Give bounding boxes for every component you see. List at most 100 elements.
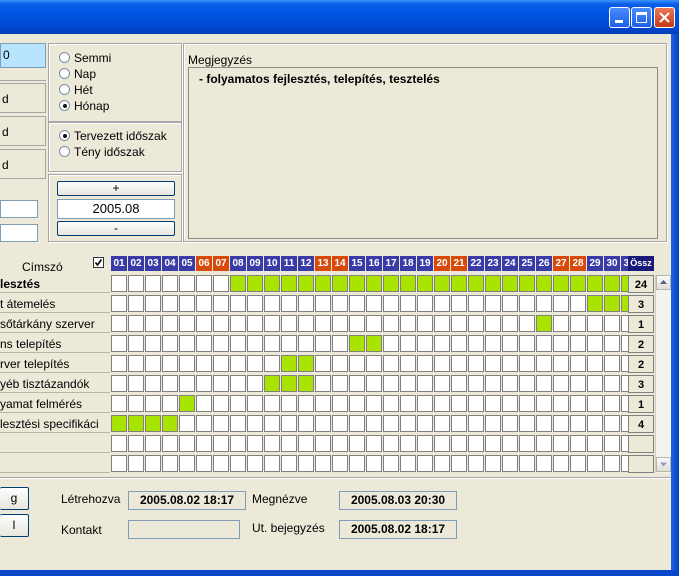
grid-cell[interactable] [298,435,314,452]
grid-cell[interactable] [281,295,297,312]
grid-cell[interactable] [587,455,603,472]
grid-cell[interactable] [587,315,603,332]
grid-cell[interactable] [502,335,518,352]
grid-cell[interactable] [264,275,280,292]
grid-cell[interactable] [111,315,127,332]
period-value-field[interactable]: 2005.08 [57,199,175,219]
grid-cell[interactable] [145,435,161,452]
grid-cell[interactable] [264,295,280,312]
grid-cell[interactable] [366,295,382,312]
grid-cell[interactable] [400,275,416,292]
grid-cell[interactable] [247,375,263,392]
grid-cell[interactable] [553,375,569,392]
grid-cell[interactable] [604,335,620,352]
grid-cell[interactable] [502,375,518,392]
grid-cell[interactable] [536,375,552,392]
grid-cell[interactable] [349,355,365,372]
grid-cell[interactable] [417,355,433,372]
row-label[interactable]: ns telepítés [0,335,110,353]
contact-field[interactable] [128,520,240,539]
grid-cell[interactable] [400,315,416,332]
grid-cell[interactable] [519,455,535,472]
grid-cell[interactable] [349,435,365,452]
grid-cell[interactable] [247,455,263,472]
grid-cell[interactable] [145,335,161,352]
grid-cell[interactable] [604,295,620,312]
grid-cell[interactable] [128,375,144,392]
grid-cell[interactable] [366,435,382,452]
grid-cell[interactable] [230,335,246,352]
grid-cell[interactable] [332,295,348,312]
grid-cell[interactable] [315,335,331,352]
grid-cell[interactable] [111,335,127,352]
grid-cell[interactable] [162,335,178,352]
grid-cell[interactable] [536,275,552,292]
grid-cell[interactable] [281,435,297,452]
grid-cell[interactable] [570,435,586,452]
grid-cell[interactable] [502,395,518,412]
grid-cell[interactable] [417,335,433,352]
grid-cell[interactable] [162,415,178,432]
grid-cell[interactable] [485,375,501,392]
grid-cell[interactable] [264,355,280,372]
grid-cell[interactable] [519,335,535,352]
time-option-planned[interactable]: Tervezett időszak [59,128,167,143]
grid-cell[interactable] [502,275,518,292]
grid-cell[interactable] [451,395,467,412]
grid-cell[interactable] [400,395,416,412]
grid-cell[interactable] [468,375,484,392]
grid-cell[interactable] [230,275,246,292]
grid-cell[interactable] [315,295,331,312]
grid-cell[interactable] [604,355,620,372]
grid-cell[interactable] [468,415,484,432]
grid-cell[interactable] [570,335,586,352]
grid-cell[interactable] [417,415,433,432]
row-label[interactable]: sőtárkány szerver [0,315,110,333]
row-label[interactable]: rver telepítés [0,355,110,373]
increment-button[interactable]: + [57,181,175,196]
grid-cell[interactable] [264,455,280,472]
grid-cell[interactable] [366,275,382,292]
grid-cell[interactable] [213,415,229,432]
grid-cell[interactable] [383,375,399,392]
grid-cell[interactable] [519,435,535,452]
grid-cell[interactable] [332,335,348,352]
field-2[interactable]: d [0,83,46,113]
grid-cell[interactable] [281,415,297,432]
grid-cell[interactable] [298,455,314,472]
grid-cell[interactable] [485,275,501,292]
vertical-scrollbar[interactable] [655,275,671,473]
grid-cell[interactable] [213,315,229,332]
grid-cell[interactable] [468,275,484,292]
grid-cell[interactable] [485,355,501,372]
grid-cell[interactable] [502,315,518,332]
grid-cell[interactable] [349,315,365,332]
grid-cell[interactable] [604,315,620,332]
grid-cell[interactable] [587,395,603,412]
grid-cell[interactable] [315,435,331,452]
grid-cell[interactable] [247,315,263,332]
grid-cell[interactable] [179,455,195,472]
grid-cell[interactable] [417,295,433,312]
grid-cell[interactable] [536,295,552,312]
grid-cell[interactable] [536,415,552,432]
grid-cell[interactable] [502,295,518,312]
grid-cell[interactable] [196,315,212,332]
grid-cell[interactable] [179,275,195,292]
grid-cell[interactable] [128,275,144,292]
grid-cell[interactable] [298,275,314,292]
grid-cell[interactable] [536,395,552,412]
grid-cell[interactable] [366,415,382,432]
grid-cell[interactable] [247,335,263,352]
grid-cell[interactable] [417,435,433,452]
grid-cell[interactable] [179,295,195,312]
grid-cell[interactable] [298,355,314,372]
grid-cell[interactable] [281,335,297,352]
grid-cell[interactable] [128,355,144,372]
period-option-het[interactable]: Hét [59,82,93,97]
grid-cell[interactable] [366,315,382,332]
input-field-b[interactable] [0,224,38,242]
grid-cell[interactable] [298,395,314,412]
grid-cell[interactable] [434,335,450,352]
bottom-button-1[interactable]: g [0,487,29,510]
